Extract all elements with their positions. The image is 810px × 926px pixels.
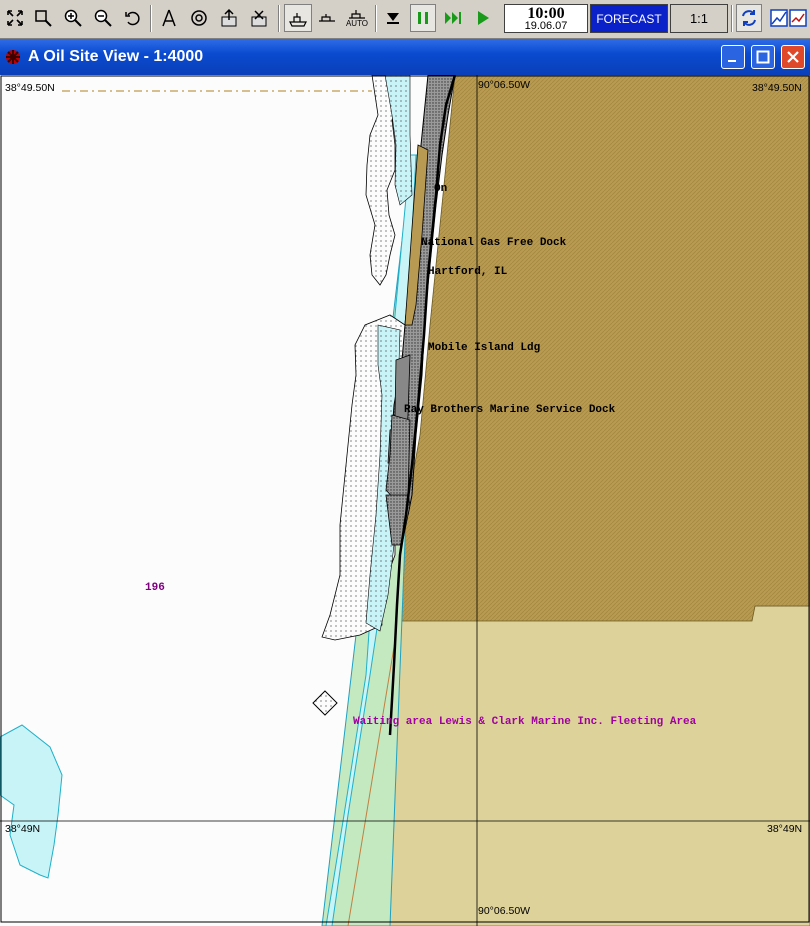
land-area-lower bbox=[349, 605, 810, 926]
window-title: A Oil Site View - 1:4000 bbox=[28, 48, 204, 65]
undo-view-icon[interactable] bbox=[120, 4, 146, 32]
depth-sounding: 196 bbox=[145, 582, 165, 594]
app-icon bbox=[6, 50, 20, 64]
label-hartford[interactable]: Hartford, IL bbox=[428, 266, 507, 278]
label-brothers-marine-dock[interactable]: Ray Brothers Marine Service Dock bbox=[404, 404, 615, 416]
compass-ruler-icon[interactable] bbox=[156, 4, 182, 32]
sync-icon[interactable] bbox=[736, 4, 762, 32]
main-toolbar: AUTO 10:00 19.06.07 FORECAST 1:1 bbox=[0, 0, 810, 39]
lat-label-bottom-left: 38°49N bbox=[5, 823, 41, 835]
toolbar-separator bbox=[731, 5, 733, 32]
forecast-button[interactable]: FORECAST bbox=[590, 4, 668, 33]
target-icon[interactable] bbox=[186, 4, 212, 32]
maximize-icon bbox=[756, 50, 770, 64]
pause-icon[interactable] bbox=[410, 4, 436, 32]
lon-label-top: 90°06.50W bbox=[478, 79, 531, 91]
label-mobile-island-ldg[interactable]: Mobile Island Ldg bbox=[428, 342, 540, 354]
nautical-chart[interactable] bbox=[0, 75, 810, 926]
ship-track-icon[interactable] bbox=[314, 4, 340, 32]
minimize-icon bbox=[728, 60, 736, 62]
ship-mode-icon[interactable] bbox=[284, 4, 312, 32]
clock-display[interactable]: 10:00 19.06.07 bbox=[504, 4, 588, 33]
toolbar-separator bbox=[375, 5, 377, 32]
label-on[interactable]: On bbox=[434, 183, 447, 195]
lat-label-bottom-right: 38°49N bbox=[767, 823, 803, 835]
ratio-button[interactable]: 1:1 bbox=[670, 4, 728, 33]
fit-view-icon[interactable] bbox=[2, 4, 28, 32]
clock-date: 19.06.07 bbox=[524, 20, 568, 32]
zoom-out-icon[interactable] bbox=[90, 4, 116, 32]
toolbar-separator bbox=[278, 5, 280, 32]
minimize-button[interactable] bbox=[721, 45, 745, 69]
maximize-button[interactable] bbox=[751, 45, 775, 69]
export-icon[interactable] bbox=[216, 4, 242, 32]
chart-map-view[interactable]: 38°49.50N 38°49.50N 38°49N 38°49N 90°06.… bbox=[0, 75, 810, 926]
fast-forward-icon[interactable] bbox=[440, 4, 466, 32]
step-down-icon[interactable] bbox=[380, 4, 406, 32]
label-national-gas-free-dock[interactable]: National Gas Free Dock bbox=[421, 237, 566, 249]
play-icon[interactable] bbox=[470, 4, 496, 32]
close-icon bbox=[787, 51, 799, 63]
close-button[interactable] bbox=[781, 45, 805, 69]
clock-time: 10:00 bbox=[527, 5, 565, 22]
zoom-rect-icon[interactable] bbox=[30, 4, 56, 32]
label-waiting-area[interactable]: Waiting area Lewis & Clark Marine Inc. F… bbox=[353, 716, 696, 728]
auto-label: AUTO bbox=[345, 19, 369, 28]
zoom-in-icon[interactable] bbox=[60, 4, 86, 32]
toolbar-separator bbox=[150, 5, 152, 32]
window-titlebar[interactable]: A Oil Site View - 1:4000 bbox=[0, 39, 810, 75]
lat-label-top-right: 38°49.50N bbox=[752, 82, 802, 94]
import-icon[interactable] bbox=[246, 4, 272, 32]
lon-label-bottom: 90°06.50W bbox=[478, 905, 531, 917]
lat-label-top-left: 38°49.50N bbox=[5, 82, 55, 94]
graph-icon[interactable] bbox=[786, 4, 810, 32]
auto-mode-button[interactable]: AUTO bbox=[342, 4, 372, 32]
